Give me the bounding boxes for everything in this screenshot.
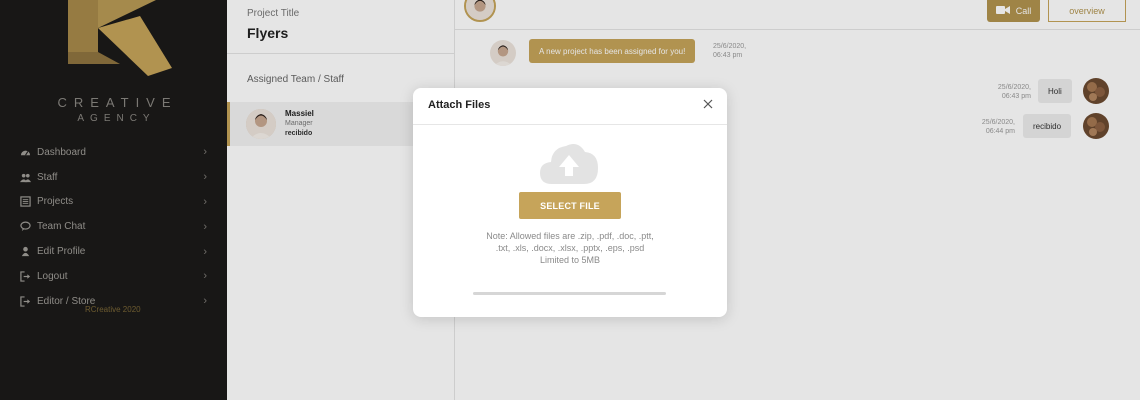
select-file-button[interactable]: SELECT FILE: [519, 192, 621, 219]
close-icon[interactable]: [701, 97, 715, 111]
note-line: Note: Allowed files are .zip, .pdf, .doc…: [486, 231, 654, 241]
note-line: .txt, .xls, .docx, .xlsx, .pptx, .eps, .…: [495, 243, 645, 253]
cloud-upload-icon: [540, 144, 598, 184]
allowed-files-note: Note: Allowed files are .zip, .pdf, .doc…: [443, 230, 697, 266]
modal-title: Attach Files: [428, 99, 491, 111]
note-line: Limited to 5MB: [539, 255, 601, 265]
attach-files-modal: Attach Files SELECT FILE Note: Allowed f…: [413, 88, 727, 317]
upload-progress-bar: [473, 292, 666, 295]
divider: [413, 124, 727, 125]
